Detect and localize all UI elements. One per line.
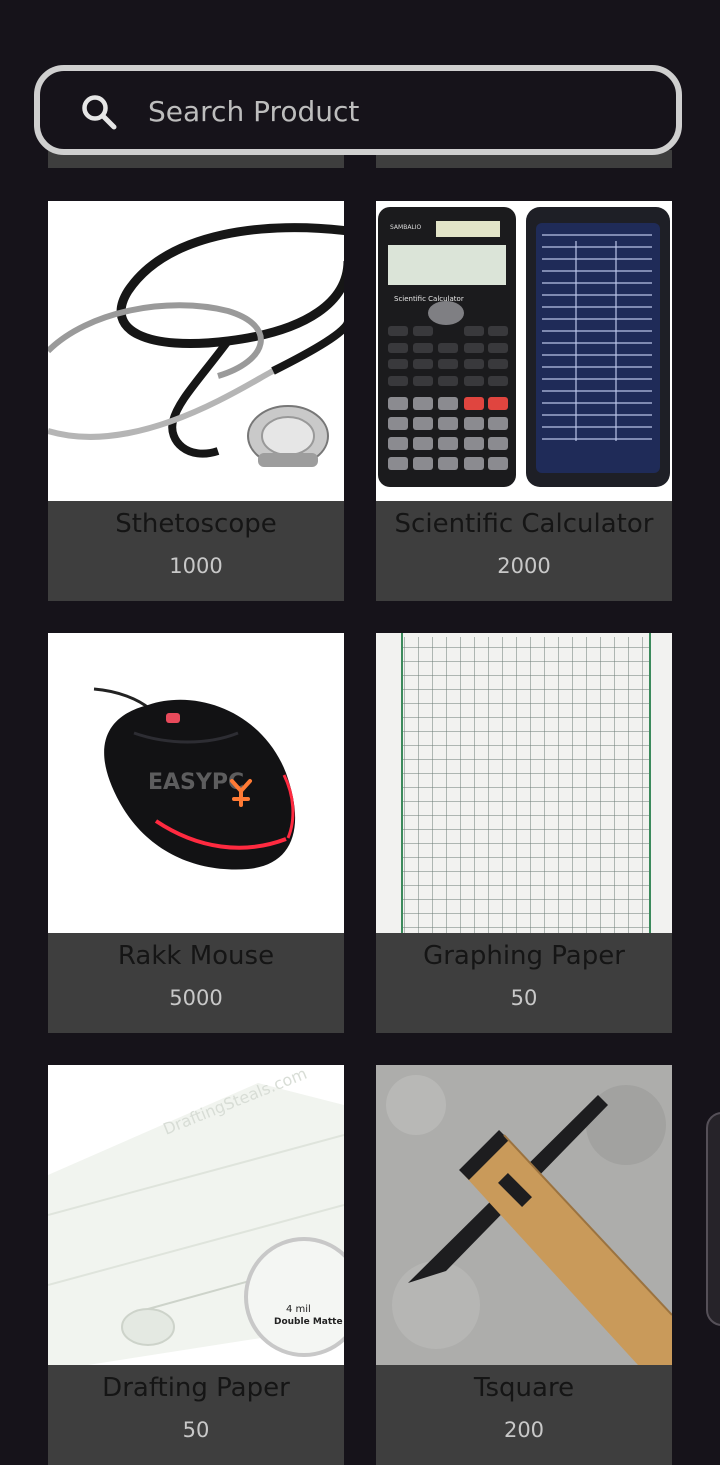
product-image-scientific-calculator: SAMBALIO Scientific Calculator [376,201,672,501]
product-image-t-square-ruler [376,1065,672,1365]
product-name: Tsquare [473,1373,575,1403]
mouse-watermark-text: EASYPC [148,770,244,795]
product-card-scientific-calculator[interactable]: SAMBALIO Scientific Calculator Scientifi… [376,201,672,601]
product-card-rakk-mouse[interactable]: EASYPC Rakk Mouse 5000 [48,633,344,1033]
product-image-graph-paper [376,633,672,933]
product-card-tsquare[interactable]: Tsquare 200 [376,1065,672,1465]
drafting-label-finish: Double Matte [274,1317,343,1327]
search-input[interactable] [146,71,650,151]
product-image-drafting-paper-roll: DraftingSteals.com 4 mil Double Matte [48,1065,344,1365]
product-price: 200 [503,1418,545,1442]
product-name: Scientific Calculator [394,509,654,539]
product-image-gaming-mouse: EASYPC [48,633,344,933]
product-price: 50 [182,1418,210,1442]
search-icon [82,95,117,130]
drafting-label-thickness: 4 mil [286,1304,311,1315]
product-card-drafting-paper[interactable]: DraftingSteals.com 4 mil Double Matte Dr… [48,1065,344,1465]
product-price: 50 [510,986,538,1010]
product-price: 2000 [497,554,551,578]
scroll-handle[interactable] [706,1112,720,1326]
product-name: Sthetoscope [115,509,277,539]
product-name: Drafting Paper [102,1373,290,1403]
product-card-graphing-paper[interactable]: Graphing Paper 50 [376,633,672,1033]
product-price: 5000 [169,986,223,1010]
calculator-label-text: Scientific Calculator [394,295,464,303]
calculator-brand-text: SAMBALIO [390,224,422,231]
product-name: Graphing Paper [423,941,625,971]
product-name: Rakk Mouse [117,941,275,971]
product-price: 1000 [169,554,223,578]
search-bar[interactable] [34,65,682,155]
product-card-sthetoscope[interactable]: Sthetoscope 1000 [48,201,344,601]
product-image-stethoscope [48,201,344,501]
